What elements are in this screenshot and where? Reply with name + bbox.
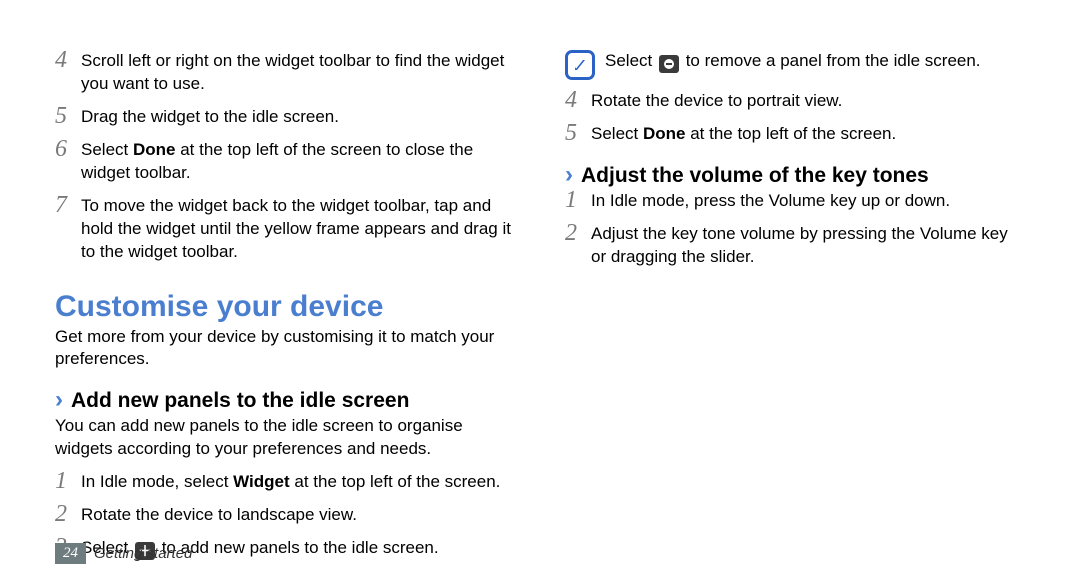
step-number: 4 [565,88,591,112]
step-number: 1 [565,188,591,212]
step-number: 5 [55,104,81,128]
step-r1: 1 In Idle mode, select Widget at the top… [55,471,515,494]
page-number: 24 [55,543,86,564]
bold-word: Done [133,140,176,159]
step-number: 4 [55,48,81,72]
chevron-right-icon: › [55,388,63,412]
subheading-text: Add new panels to the idle screen [71,389,409,413]
step-r2: 2 Rotate the device to landscape view. [55,504,515,527]
step-text: Adjust the key tone volume by pressing t… [591,223,1025,269]
section-heading-customise: Customise your device [55,290,515,324]
manual-page: 4 Scroll left or right on the widget too… [0,0,1080,586]
step-number: 7 [55,193,81,217]
subheading-volume: › Adjust the volume of the key tones [565,164,1025,188]
subheading-text: Adjust the volume of the key tones [581,164,929,188]
note-text: Select to remove a panel from the idle s… [605,50,981,73]
step-text: Rotate the device to landscape view. [81,504,515,527]
note-icon [565,50,595,80]
step-text: In Idle mode, select Widget at the top l… [81,471,515,494]
bold-word: Done [643,124,686,143]
step-4: 4 Scroll left or right on the widget too… [55,50,515,96]
footer-section: Getting started [94,545,192,562]
minus-icon [659,55,679,73]
step-number: 6 [55,137,81,161]
step-number: 1 [55,469,81,493]
step-text: Select Done at the top left of the scree… [591,123,1025,146]
step-number: 2 [55,502,81,526]
section-intro: Get more from your device by customising… [55,326,515,372]
subheading-intro: You can add new panels to the idle scree… [55,415,515,461]
step-7: 7 To move the widget back to the widget … [55,195,515,264]
step-r4: 4 Rotate the device to portrait view. [565,90,1025,113]
page-footer: 24 Getting started [55,543,192,564]
step-5: 5 Drag the widget to the idle screen. [55,106,515,129]
step-text: Rotate the device to portrait view. [591,90,1025,113]
chevron-right-icon: › [565,163,573,187]
step-text: Scroll left or right on the widget toolb… [81,50,515,96]
step-text: To move the widget back to the widget to… [81,195,515,264]
bold-word: Widget [233,472,290,491]
step-text: In Idle mode, press the Volume key up or… [591,190,1025,213]
step-r5: 5 Select Done at the top left of the scr… [565,123,1025,146]
note-row: Select to remove a panel from the idle s… [565,50,1025,80]
step-v2: 2 Adjust the key tone volume by pressing… [565,223,1025,269]
step-number: 5 [565,121,591,145]
step-number: 2 [565,221,591,245]
step-text: Select Done at the top left of the scree… [81,139,515,185]
step-6: 6 Select Done at the top left of the scr… [55,139,515,185]
subheading-add-panels: › Add new panels to the idle screen [55,389,515,413]
step-text: Drag the widget to the idle screen. [81,106,515,129]
step-v1: 1 In Idle mode, press the Volume key up … [565,190,1025,213]
